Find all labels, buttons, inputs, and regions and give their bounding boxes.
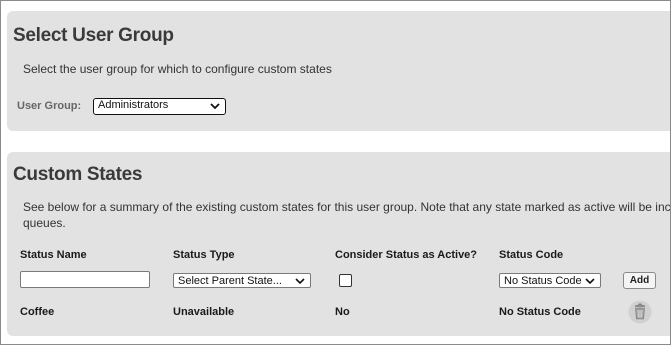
user-group-select-value: Administrators <box>98 99 169 111</box>
column-header-status-type: Status Type <box>173 249 235 261</box>
active-checkbox[interactable] <box>339 274 352 287</box>
status-type-select-value: Select Parent State... <box>178 275 282 287</box>
status-name-input[interactable] <box>20 271 150 288</box>
panel-title: Custom States <box>13 164 143 185</box>
chevron-down-icon <box>210 103 220 110</box>
chevron-down-icon <box>585 278 595 285</box>
row-status-name: Coffee <box>20 306 55 318</box>
chevron-down-icon <box>295 278 305 285</box>
custom-states-panel: Custom States See below for a summary of… <box>7 152 671 336</box>
column-header-status-name: Status Name <box>20 249 87 261</box>
add-button[interactable]: Add <box>623 272 656 289</box>
page-frame: Select User Group Select the user group … <box>0 0 671 345</box>
row-status-type: Unavailable <box>173 306 235 318</box>
row-status-code: No Status Code <box>499 306 581 318</box>
status-type-select[interactable]: Select Parent State... <box>173 273 311 288</box>
column-header-status-code: Status Code <box>499 249 564 261</box>
status-code-select-value: No Status Code <box>504 275 582 287</box>
panel-title: Select User Group <box>13 25 174 46</box>
user-group-label: User Group: <box>17 100 82 112</box>
select-user-group-panel: Select User Group Select the user group … <box>7 11 670 131</box>
user-group-select[interactable]: Administrators <box>93 98 226 115</box>
panel-description: See below for a summary of the existing … <box>23 200 671 230</box>
panel-description: Select the user group for which to confi… <box>23 62 332 76</box>
trash-icon[interactable] <box>628 300 652 324</box>
column-header-active: Consider Status as Active? <box>335 249 478 261</box>
status-code-select[interactable]: No Status Code <box>499 273 601 288</box>
row-active: No <box>335 306 350 318</box>
